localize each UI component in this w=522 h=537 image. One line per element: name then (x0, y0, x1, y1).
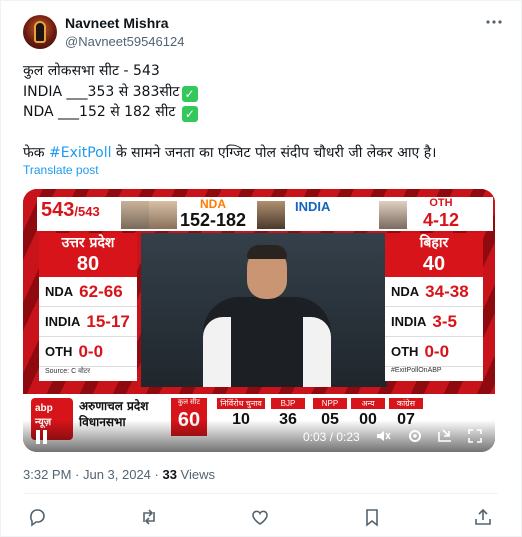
state-name: बिहार (419, 235, 449, 251)
source-label: #ExitPollOnABP (391, 367, 442, 374)
bookmark-icon[interactable] (362, 507, 382, 527)
ticker-cell-label: कांग्रेस (389, 398, 423, 409)
divider (23, 493, 498, 494)
tweet-text: कुल लोकसभा सीट - 543 INDIA ___353 से 383… (23, 61, 498, 163)
leader-thumbnail (257, 201, 285, 229)
body-suffix: के सामने जनता का एग्जिट पोल संदीप चौधरी … (111, 144, 437, 161)
party-value: 62-66 (79, 281, 123, 301)
check-icon: ✓ (181, 85, 198, 102)
party-value: 3-5 (432, 311, 457, 331)
tweet-line-2: INDIA ___353 से 383सीट ✓ (23, 82, 498, 103)
play-pause-icon[interactable] (35, 430, 49, 444)
party-row: OTH 0-0 (385, 337, 483, 367)
party-value: 0-0 (424, 341, 450, 361)
tweet-line-3-text: NDA ___152 से 182 सीट (23, 104, 176, 120)
party-row: OTH 0-0 (39, 337, 137, 367)
video-time: 0:03 / 0:23 (303, 430, 360, 444)
mute-icon[interactable] (375, 428, 391, 444)
party-name: INDIA (391, 314, 427, 329)
leader-thumbnail (121, 201, 149, 229)
like-icon[interactable] (250, 507, 270, 527)
more-icon[interactable] (485, 13, 503, 35)
share-icon[interactable] (473, 507, 493, 527)
author-name[interactable]: Navneet Mishra (65, 15, 168, 31)
source-label: Source: C वोटर (45, 368, 91, 375)
tweet-line-1: कुल लोकसभा सीट - 543 (23, 63, 160, 79)
translate-link[interactable]: Translate post (23, 163, 99, 177)
oth-score: OTH 4-12 (413, 197, 469, 231)
tweet-meta: 3:32 PM · Jun 3, 2024 · 33 Views (23, 467, 215, 482)
fullscreen-icon[interactable] (467, 428, 483, 444)
party-name: OTH (45, 344, 73, 359)
nda-score: NDA 152-182 (175, 197, 251, 231)
leader-thumbnail (379, 201, 407, 229)
party-name: NDA (391, 284, 420, 299)
nda-range: 152-182 (179, 210, 247, 230)
video-controls: 0:03 / 0:23 (23, 420, 495, 452)
avatar[interactable] (23, 15, 57, 49)
ticker-title-line-1: अरुणाचल प्रदेश (79, 399, 149, 413)
state-seats: 80 (76, 253, 100, 275)
state-panel-right: बिहार 40 NDA 34-38 INDIA 3-5 OTH 0-0 #ExitP… (385, 233, 483, 381)
ticker-cell-label: निर्विरोध चुनाव (217, 398, 265, 409)
seat-total-suffix: /543 (74, 204, 100, 219)
body-prefix: फेक (23, 144, 49, 161)
party-row: INDIA 3-5 (385, 307, 483, 337)
reply-icon[interactable] (27, 507, 47, 527)
oth-label: OTH (429, 197, 453, 209)
oth-range: 4-12 (422, 210, 460, 230)
party-row: INDIA 15-17 (39, 307, 137, 337)
tweet-line-3: NDA ___152 से 182 सीट ✓ (23, 102, 498, 123)
retweet-icon[interactable] (139, 507, 159, 527)
party-name: NDA (45, 284, 74, 299)
state-panel-left: उत्तर प्रदेश 80 NDA 62-66 INDIA 15-17 OTH 0… (39, 233, 137, 381)
hashtag-link[interactable]: #ExitPoll (49, 145, 112, 161)
nda-label: NDA (200, 197, 226, 211)
views-label: Views (176, 467, 215, 482)
video-player[interactable]: 543/543 NDA 152-182 INDIA OTH 4-12 उत्तर… (23, 189, 495, 452)
party-value: 0-0 (78, 341, 104, 361)
tweet-line-5: फेक #ExitPoll के सामने जनता का एग्जिट पो… (23, 143, 498, 164)
author-handle[interactable]: @Navneet59546124 (65, 34, 184, 49)
party-row: NDA 62-66 (39, 277, 137, 307)
party-name: INDIA (45, 314, 81, 329)
views-count: 33 (162, 467, 177, 482)
state-seats: 40 (422, 253, 446, 275)
settings-icon[interactable] (407, 428, 423, 444)
party-row: NDA 34-38 (385, 277, 483, 307)
picture-in-picture-icon[interactable] (437, 428, 453, 444)
check-icon: ✓ (181, 106, 198, 122)
party-value: 34-38 (425, 281, 469, 301)
tweet-datetime[interactable]: 3:32 PM · Jun 3, 2024 · (23, 467, 162, 482)
tweet-line-2-text: INDIA ___353 से 383सीट (23, 83, 180, 100)
anchor-video-frame (141, 233, 387, 387)
state-name: उत्तर प्रदेश (61, 235, 115, 251)
ticker-cell-label: BJP (271, 398, 305, 409)
party-name: OTH (391, 344, 419, 359)
action-bar (1, 507, 522, 529)
leader-thumbnail (149, 201, 177, 229)
state-head: बिहार 40 (385, 233, 483, 277)
india-label: INDIA (295, 199, 331, 214)
seat-count: 543/543 (41, 199, 100, 222)
ticker-cell-label: अन्य (351, 398, 385, 409)
ticker-total-label: कुल सीट (177, 399, 201, 406)
state-head: उत्तर प्रदेश 80 (39, 233, 137, 277)
tweet-card: Navneet Mishra @Navneet59546124 कुल लोकस… (0, 0, 522, 537)
ticker-cell-label: NPP (313, 398, 347, 409)
party-value: 15-17 (86, 311, 130, 331)
seat-total: 543 (41, 199, 75, 221)
